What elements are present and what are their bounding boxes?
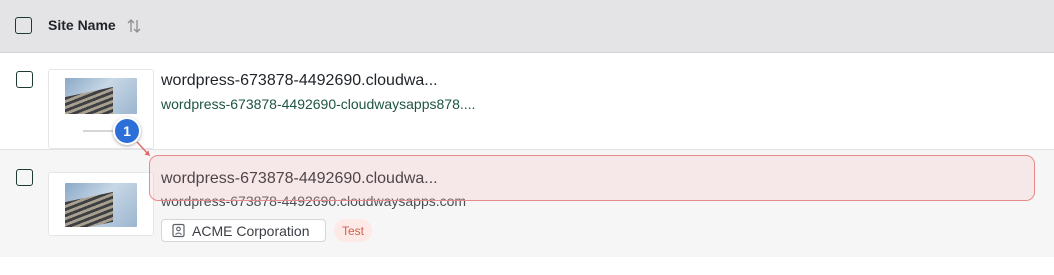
site-preview-image [65,78,137,114]
row-checkbox[interactable] [16,169,33,186]
select-all-checkbox[interactable] [15,17,32,34]
annotation-connector [136,141,150,156]
highlight-box [149,155,1035,201]
environment-tag: Test [334,219,373,242]
site-thumbnail[interactable] [48,172,154,236]
organization-chip[interactable]: ACME Corporation [161,219,326,242]
site-preview-image [65,183,137,227]
site-url-link[interactable]: wordpress-673878-4492690-cloudwaysapps87… [161,96,475,112]
step-marker-badge: 1 [113,117,141,145]
site-name-column-header[interactable]: Site Name [48,17,116,33]
building-icon [172,223,185,238]
site-title[interactable]: wordpress-673878-4492690.cloudwa... [161,72,438,90]
table-row[interactable]: wordpress-673878-4492690.cloudwa... word… [0,53,1054,150]
thumbnail-text-line [83,130,113,132]
table-header: Site Name [0,0,1054,53]
sites-table: Site Name wordpress-673878-4492690.cloud… [0,0,1054,275]
sort-arrows-icon[interactable] [126,17,142,35]
row-checkbox[interactable] [16,71,33,88]
organization-name: ACME Corporation [192,222,310,239]
